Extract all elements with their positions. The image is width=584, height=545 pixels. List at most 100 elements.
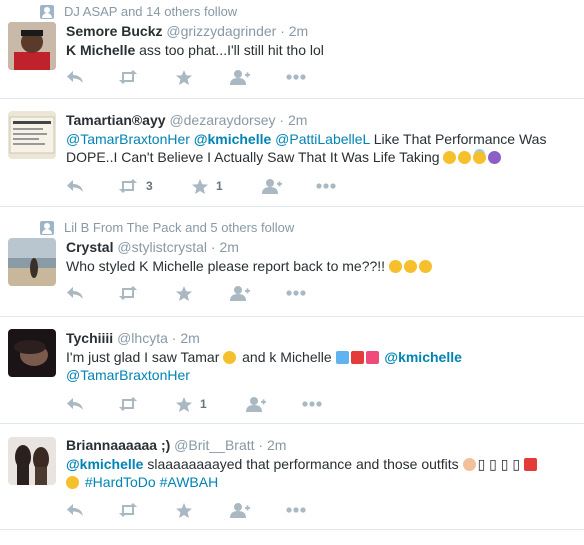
separator: ·: [210, 239, 216, 255]
avatar[interactable]: [8, 329, 56, 377]
more-button[interactable]: [316, 176, 336, 196]
tweet[interactable]: Tychiiii @lhcyta · 2m I'm just glad I sa…: [0, 317, 584, 424]
display-name[interactable]: Tychiiii: [66, 330, 113, 346]
reply-button[interactable]: [66, 67, 84, 87]
tweet-text: @kmichelle slaaaaaaaayed that performanc…: [66, 455, 566, 491]
favorite-icon: [192, 178, 208, 194]
smile-emoji-icon: [458, 151, 472, 164]
follow-button[interactable]: [246, 394, 266, 414]
tweet[interactable]: Lil B From The Pack and 5 others follow …: [0, 207, 584, 317]
reply-button[interactable]: [66, 500, 84, 520]
mention-link[interactable]: @TamarBraxtonHer: [66, 131, 190, 147]
retweet-icon: [119, 179, 137, 193]
tweet-header: Briannaaaaaa ;) @Brit__Bratt · 2m: [66, 437, 286, 453]
more-button[interactable]: [302, 394, 322, 414]
imp-emoji-icon: [488, 151, 502, 164]
follow-context-icon: [40, 220, 54, 235]
grin-emoji-icon: [443, 151, 457, 164]
retweet-button[interactable]: [118, 394, 138, 414]
mention-link[interactable]: @TamarBraxtonHer: [66, 367, 190, 383]
reply-icon: [67, 71, 83, 83]
weary-emoji-icon: [403, 260, 417, 273]
timestamp[interactable]: 2m: [219, 239, 238, 255]
username[interactable]: @lhcyta: [117, 330, 168, 346]
username[interactable]: @Brit__Bratt: [174, 437, 254, 453]
heart-eyes-emoji-icon: [223, 351, 237, 364]
display-name[interactable]: Crystal: [66, 239, 113, 255]
tweet[interactable]: Tamartian®ayy @dezaraydorsey · 2m @Tamar…: [0, 99, 584, 207]
mention-link[interactable]: @kmichelle: [384, 349, 461, 365]
tweet-text-content: Who styled K Michelle please report back…: [66, 258, 389, 274]
more-button[interactable]: [286, 500, 306, 520]
avatar[interactable]: [8, 238, 56, 286]
tweet-text: Who styled K Michelle please report back…: [66, 257, 566, 275]
favorite-button[interactable]: [176, 283, 192, 303]
more-button[interactable]: [286, 67, 306, 87]
favorite-icon: [176, 502, 192, 518]
blue-heart-emoji-icon: [335, 351, 349, 364]
avatar[interactable]: [8, 111, 56, 159]
favorite-button[interactable]: 1: [176, 394, 207, 414]
tweet-text: @TamarBraxtonHer @kmichelle @PattiLabell…: [66, 130, 566, 166]
favorite-button[interactable]: [176, 500, 192, 520]
retweet-button[interactable]: [118, 500, 138, 520]
avatar[interactable]: [8, 437, 56, 485]
timestamp[interactable]: 2m: [267, 437, 286, 453]
username[interactable]: @grizzydagrinder: [166, 23, 276, 39]
more-button[interactable]: [286, 283, 306, 303]
reply-button[interactable]: [66, 283, 84, 303]
hashtag-link[interactable]: #HardToDo: [85, 474, 156, 490]
weary-emoji-icon: [388, 260, 402, 273]
more-icon: [302, 401, 322, 407]
reply-icon: [67, 287, 83, 299]
follow-button[interactable]: [230, 283, 250, 303]
reply-button[interactable]: [66, 176, 84, 196]
tweet-header: Tychiiii @lhcyta · 2m: [66, 330, 200, 346]
tweet-feed: DJ ASAP and 14 others follow Semore Buck…: [0, 0, 584, 530]
follow-button[interactable]: [230, 500, 250, 520]
timestamp[interactable]: 2m: [289, 23, 308, 39]
retweet-button[interactable]: [118, 283, 138, 303]
retweet-icon: [119, 503, 137, 517]
mention-link[interactable]: @kmichelle: [194, 131, 271, 147]
avatar[interactable]: [8, 22, 56, 70]
halo-emoji-icon: [473, 151, 487, 164]
tweet[interactable]: DJ ASAP and 14 others follow Semore Buck…: [0, 0, 584, 99]
tweet-text-rest: ass too phat...I'll still hit tho lol: [135, 42, 324, 58]
tweet[interactable]: Briannaaaaaa ;) @Brit__Bratt · 2m @kmich…: [0, 424, 584, 530]
retweet-button[interactable]: [118, 67, 138, 87]
separator: ·: [171, 330, 177, 346]
favorite-button[interactable]: [176, 67, 192, 87]
favorite-icon: [176, 69, 192, 85]
follow-icon: [262, 178, 282, 194]
favorite-icon: [176, 285, 192, 301]
username[interactable]: @stylistcrystal: [117, 239, 207, 255]
tweet-text-start: I'm just glad I saw Tamar: [66, 349, 224, 365]
follow-button[interactable]: [230, 67, 250, 87]
social-context-text: Lil B From The Pack and 5 others follow: [64, 220, 295, 235]
retweet-button[interactable]: 3: [118, 176, 153, 196]
hundred-emoji-icon: [350, 351, 364, 364]
tweet-text-bold: K Michelle: [66, 42, 136, 58]
mention-link[interactable]: @PattiLabelleL: [275, 131, 370, 147]
display-name[interactable]: Semore Buckz: [66, 23, 162, 39]
username[interactable]: @dezaraydorsey: [169, 112, 275, 128]
hashtag-link[interactable]: #AWBAH: [160, 474, 219, 490]
timestamp[interactable]: 2m: [288, 112, 307, 128]
retweet-icon: [119, 286, 137, 300]
favorite-icon: [176, 396, 192, 412]
timestamp[interactable]: 2m: [180, 330, 199, 346]
display-name[interactable]: Briannaaaaaa ;): [66, 437, 170, 453]
mention-link[interactable]: @kmichelle: [66, 456, 143, 472]
social-context: DJ ASAP and 14 others follow: [40, 4, 237, 19]
tweet-header: Semore Buckz @grizzydagrinder · 2m: [66, 23, 308, 39]
favorite-button[interactable]: 1: [192, 176, 223, 196]
reply-button[interactable]: [66, 394, 84, 414]
tweet-text: I'm just glad I saw Tamar and k Michelle…: [66, 348, 566, 384]
display-name[interactable]: Tamartian®ayy: [66, 112, 166, 128]
social-context-text: DJ ASAP and 14 others follow: [64, 4, 238, 19]
favorite-count: 1: [216, 179, 223, 193]
reply-icon: [67, 504, 83, 516]
follow-icon: [230, 285, 250, 301]
follow-button[interactable]: [262, 176, 282, 196]
